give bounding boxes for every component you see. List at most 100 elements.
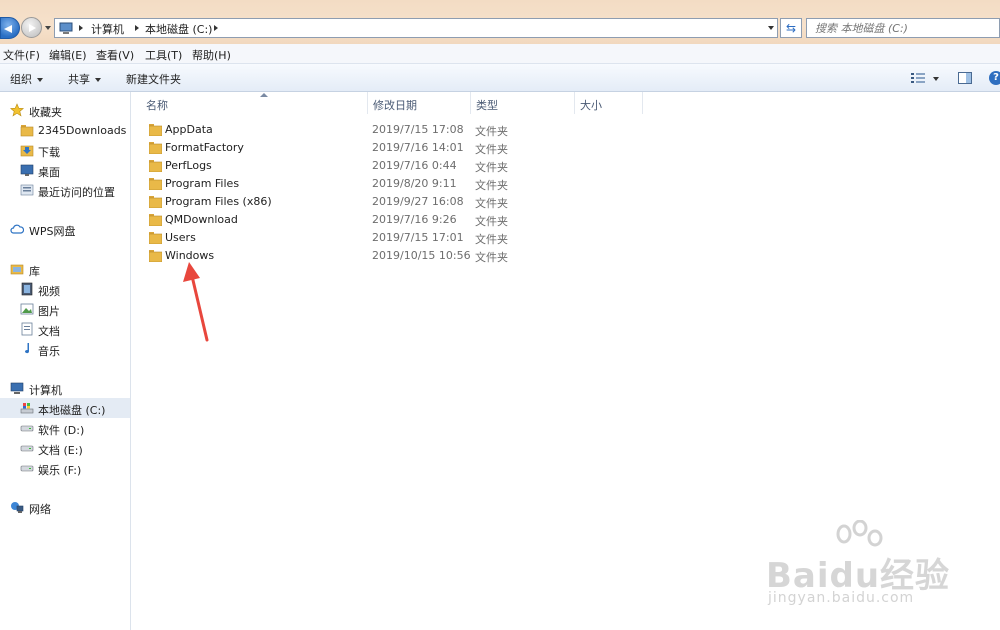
breadcrumb-computer[interactable]: 计算机	[91, 21, 124, 37]
file-row-users[interactable]: Users 2019/7/15 17:01 文件夹	[141, 229, 521, 247]
navigation-pane: 收藏夹 2345Downloads 下载 桌面 最近访问的位置 WPS网盘 库 …	[0, 92, 131, 630]
computer-icon	[10, 381, 24, 395]
breadcrumb-separator[interactable]	[214, 25, 218, 31]
view-options-dropdown[interactable]	[933, 77, 939, 81]
folder-icon	[149, 196, 162, 208]
help-icon[interactable]: ?	[989, 71, 1000, 85]
sidebar-item-label: 图片	[38, 305, 60, 318]
sidebar-item-drive-e[interactable]: 文档 (E:)	[0, 438, 130, 458]
organize-label: 组织	[10, 73, 32, 86]
search-box[interactable]	[806, 18, 1000, 38]
file-type: 文件夹	[475, 161, 508, 174]
menu-view[interactable]: 查看(V)	[96, 47, 134, 63]
sidebar-item-label: 音乐	[38, 345, 60, 358]
folder-icon	[20, 123, 34, 137]
folder-icon	[149, 142, 162, 154]
sidebar-item-pictures[interactable]: 图片	[0, 299, 130, 319]
share-button[interactable]: 共享	[68, 71, 101, 87]
file-date: 2019/10/15 10:56	[372, 249, 471, 262]
column-header-name[interactable]: 名称	[141, 92, 368, 114]
file-row-formatfactory[interactable]: FormatFactory 2019/7/16 14:01 文件夹	[141, 139, 521, 157]
folder-icon	[149, 250, 162, 262]
address-toolbar: 计算机 本地磁盘 (C:) ⇆	[0, 0, 1000, 44]
sidebar-item-recent-places[interactable]: 最近访问的位置	[0, 180, 130, 200]
file-name: AppData	[165, 123, 213, 136]
column-header-type[interactable]: 类型	[471, 92, 575, 114]
breadcrumb-local-disk-c[interactable]: 本地磁盘 (C:)	[145, 21, 212, 37]
file-name: Program Files	[165, 177, 240, 190]
sidebar-item-documents[interactable]: 文档	[0, 319, 130, 339]
desktop-icon	[20, 163, 34, 177]
file-row-appdata[interactable]: AppData 2019/7/15 17:08 文件夹	[141, 121, 521, 139]
sidebar-item-label: 软件 (D:)	[38, 424, 85, 437]
folder-icon	[149, 232, 162, 244]
organize-button[interactable]: 组织	[10, 71, 43, 87]
sidebar-computer[interactable]: 计算机	[0, 378, 130, 398]
file-row-perflogs[interactable]: PerfLogs 2019/7/16 0:44 文件夹	[141, 157, 521, 175]
address-history-dropdown[interactable]	[768, 26, 774, 30]
document-icon	[20, 322, 34, 336]
sidebar-favorites-label: 收藏夹	[29, 106, 62, 119]
sidebar-item-label: 最近访问的位置	[38, 186, 115, 199]
menu-edit[interactable]: 编辑(E)	[49, 47, 87, 63]
menu-help[interactable]: 帮助(H)	[192, 47, 231, 63]
file-date: 2019/7/16 9:26	[372, 213, 457, 226]
folder-icon	[149, 160, 162, 172]
file-name: Users	[165, 231, 196, 244]
search-input[interactable]	[807, 19, 999, 37]
file-date: 2019/8/20 9:11	[372, 177, 457, 190]
picture-icon	[20, 302, 34, 316]
sidebar-network-label: 网络	[29, 503, 51, 516]
file-type: 文件夹	[475, 251, 508, 264]
forward-button[interactable]	[21, 17, 42, 38]
breadcrumb-separator[interactable]	[135, 25, 139, 31]
sidebar-item-local-disk-c[interactable]: 本地磁盘 (C:)	[0, 398, 130, 418]
back-button[interactable]	[0, 17, 20, 39]
sidebar-item-downloads[interactable]: 下载	[0, 140, 130, 160]
computer-icon	[59, 22, 73, 34]
baidu-watermark: Baidu经验 jingyan.baidu.com	[766, 520, 956, 615]
sidebar-wps-cloud[interactable]: WPS网盘	[0, 219, 130, 239]
sidebar-libraries[interactable]: 库	[0, 259, 130, 279]
file-date: 2019/7/16 14:01	[372, 141, 464, 154]
sidebar-item-2345downloads[interactable]: 2345Downloads	[0, 120, 130, 140]
file-type: 文件夹	[475, 215, 508, 228]
sidebar-item-drive-d[interactable]: 软件 (D:)	[0, 418, 130, 438]
music-icon	[20, 342, 34, 356]
file-row-qmdownload[interactable]: QMDownload 2019/7/16 9:26 文件夹	[141, 211, 521, 229]
sidebar-item-label: 文档 (E:)	[38, 444, 83, 457]
view-options-icon[interactable]	[911, 72, 925, 84]
sidebar-item-label: 下载	[38, 146, 60, 159]
file-name: FormatFactory	[165, 141, 244, 154]
sidebar-item-label: 娱乐 (F:)	[38, 464, 82, 477]
file-row-program-files[interactable]: Program Files 2019/8/20 9:11 文件夹	[141, 175, 521, 193]
sidebar-item-videos[interactable]: 视频	[0, 279, 130, 299]
sidebar-computer-label: 计算机	[29, 384, 62, 397]
sidebar-item-drive-f[interactable]: 娱乐 (F:)	[0, 458, 130, 478]
refresh-icon: ⇆	[785, 21, 797, 35]
file-type: 文件夹	[475, 143, 508, 156]
network-icon	[10, 500, 24, 514]
menu-file[interactable]: 文件(F)	[3, 47, 40, 63]
refresh-button[interactable]: ⇆	[780, 18, 802, 38]
file-name: Program Files (x86)	[165, 195, 272, 208]
folder-icon	[149, 124, 162, 136]
sidebar-item-desktop[interactable]: 桌面	[0, 160, 130, 180]
column-header-label: 类型	[476, 99, 498, 112]
new-folder-button[interactable]: 新建文件夹	[126, 71, 181, 87]
recent-pages-dropdown[interactable]	[45, 26, 51, 30]
breadcrumb-separator[interactable]	[79, 25, 83, 31]
sidebar-network[interactable]: 网络	[0, 497, 130, 517]
menu-tools[interactable]: 工具(T)	[145, 47, 182, 63]
preview-pane-icon[interactable]	[958, 72, 972, 84]
column-header-size[interactable]: 大小	[575, 92, 643, 114]
video-icon	[20, 282, 34, 296]
column-header-label: 大小	[580, 99, 602, 112]
column-header-date[interactable]: 修改日期	[368, 92, 471, 114]
file-row-program-files-x86[interactable]: Program Files (x86) 2019/9/27 16:08 文件夹	[141, 193, 521, 211]
sidebar-favorites[interactable]: 收藏夹	[0, 100, 130, 120]
sidebar-item-music[interactable]: 音乐	[0, 339, 130, 359]
address-bar[interactable]: 计算机 本地磁盘 (C:)	[54, 18, 778, 38]
sidebar-item-label: 2345Downloads	[38, 124, 127, 137]
drive-icon	[20, 441, 34, 455]
